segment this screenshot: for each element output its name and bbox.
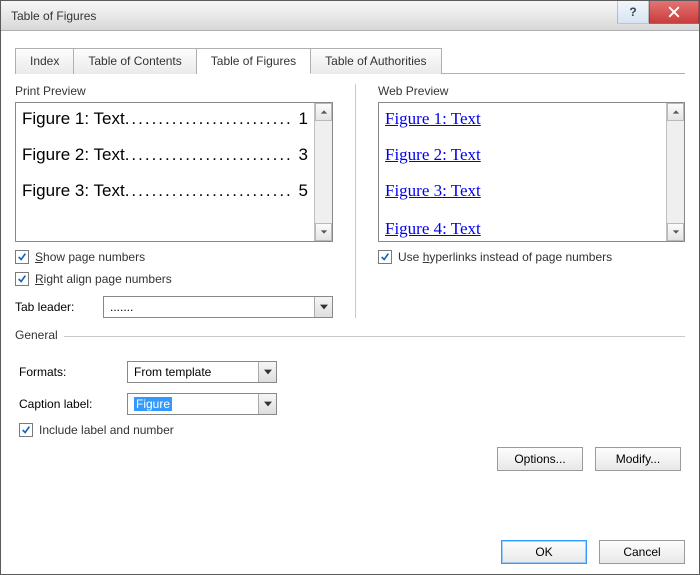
chevron-down-icon bbox=[672, 228, 680, 236]
checkbox-icon bbox=[15, 272, 29, 286]
scroll-up-button[interactable] bbox=[315, 103, 332, 121]
checkbox-icon bbox=[15, 250, 29, 264]
web-preview-section: Web Preview Figure 1: Text Figure 2: Tex… bbox=[378, 84, 685, 318]
print-preview-scrollbar[interactable] bbox=[314, 103, 332, 241]
options-button[interactable]: Options... bbox=[497, 447, 583, 471]
vertical-divider bbox=[355, 84, 356, 318]
chevron-down-icon bbox=[258, 394, 276, 414]
tab-table-of-contents[interactable]: Table of Contents bbox=[74, 48, 196, 74]
formats-dropdown[interactable]: From template bbox=[127, 361, 277, 383]
print-preview-row: Figure 1: Text.........................1 bbox=[22, 109, 308, 129]
print-preview-section: Print Preview Figure 1: Text............… bbox=[15, 84, 333, 318]
print-preview-box: Figure 1: Text.........................1… bbox=[15, 102, 333, 242]
web-preview-box: Figure 1: Text Figure 2: Text Figure 3: … bbox=[378, 102, 685, 242]
print-preview-label: Print Preview bbox=[15, 84, 333, 98]
caption-label-label: Caption label: bbox=[19, 397, 119, 411]
tab-leader-dropdown[interactable]: ....... bbox=[103, 296, 333, 318]
chevron-down-icon bbox=[314, 297, 332, 317]
dialog-table-of-figures: Table of Figures ? Index Table of Conten… bbox=[0, 0, 700, 575]
scroll-down-button[interactable] bbox=[667, 223, 684, 241]
show-page-numbers-checkbox[interactable]: Show page numbers bbox=[15, 250, 333, 264]
web-preview-row: Figure 3: Text bbox=[385, 181, 660, 201]
chevron-up-icon bbox=[320, 108, 328, 116]
web-preview-row: Figure 1: Text bbox=[385, 109, 660, 129]
tab-table-of-authorities[interactable]: Table of Authorities bbox=[311, 48, 441, 74]
right-align-page-numbers-checkbox[interactable]: Right align page numbers bbox=[15, 272, 333, 286]
checkbox-icon bbox=[378, 250, 392, 264]
print-preview-row: Figure 3: Text.........................5 bbox=[22, 181, 308, 201]
help-icon: ? bbox=[629, 5, 636, 19]
print-preview-row: Figure 2: Text.........................3 bbox=[22, 145, 308, 165]
web-preview-scrollbar[interactable] bbox=[666, 103, 684, 241]
general-legend: General bbox=[15, 328, 64, 342]
cancel-button[interactable]: Cancel bbox=[599, 540, 685, 564]
tab-leader-label: Tab leader: bbox=[15, 300, 95, 314]
scroll-down-button[interactable] bbox=[315, 223, 332, 241]
ok-button[interactable]: OK bbox=[501, 540, 587, 564]
titlebar: Table of Figures ? bbox=[1, 1, 699, 31]
close-icon bbox=[668, 6, 680, 18]
use-hyperlinks-checkbox[interactable]: Use hyperlinks instead of page numbers bbox=[378, 250, 685, 264]
web-preview-label: Web Preview bbox=[378, 84, 685, 98]
caption-label-dropdown[interactable]: Figure bbox=[127, 393, 277, 415]
tab-index[interactable]: Index bbox=[15, 48, 74, 74]
chevron-up-icon bbox=[672, 108, 680, 116]
scroll-up-button[interactable] bbox=[667, 103, 684, 121]
tab-strip: Index Table of Contents Table of Figures… bbox=[15, 47, 685, 74]
include-label-number-checkbox[interactable]: Include label and number bbox=[19, 423, 681, 437]
window-title: Table of Figures bbox=[11, 9, 96, 23]
checkbox-icon bbox=[19, 423, 33, 437]
general-group: General Formats: From template Caption l… bbox=[15, 336, 685, 481]
formats-label: Formats: bbox=[19, 365, 119, 379]
tab-table-of-figures[interactable]: Table of Figures bbox=[197, 48, 311, 74]
help-button[interactable]: ? bbox=[617, 1, 649, 24]
chevron-down-icon bbox=[320, 228, 328, 236]
web-preview-row: Figure 4: Text bbox=[385, 219, 660, 239]
modify-button[interactable]: Modify... bbox=[595, 447, 681, 471]
web-preview-row: Figure 2: Text bbox=[385, 145, 660, 165]
close-button[interactable] bbox=[649, 1, 699, 24]
chevron-down-icon bbox=[258, 362, 276, 382]
